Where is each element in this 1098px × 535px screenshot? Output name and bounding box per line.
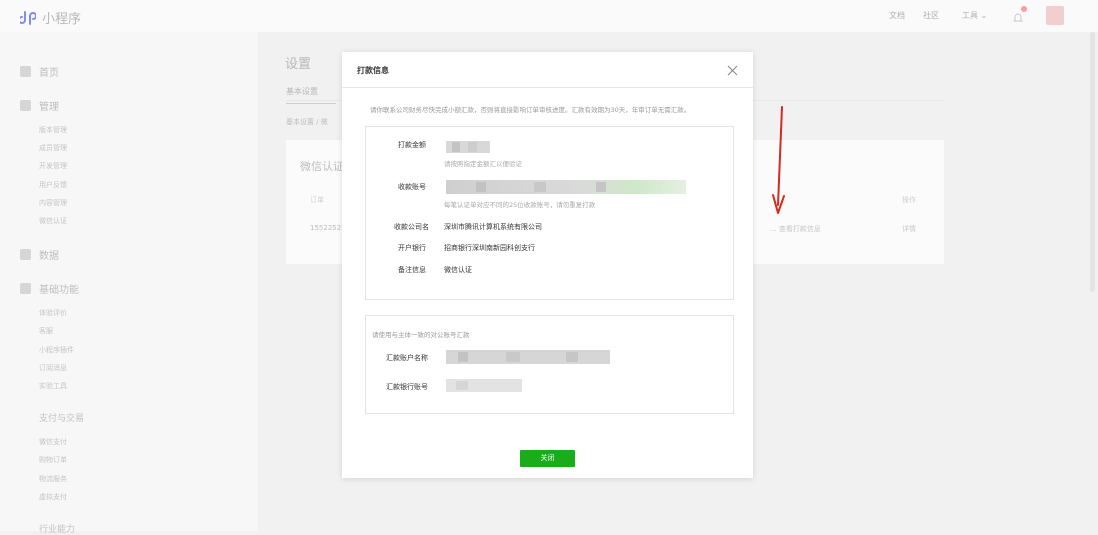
sidebar-subitem[interactable]: 虚拟支付 [39,492,67,502]
sidebar-basic-label: 基础功能 [39,285,79,296]
sidebar-subitem[interactable]: 体验评价 [39,308,67,318]
close-icon[interactable] [727,65,738,76]
company-value: 深圳市腾讯计算机系统有限公司 [444,223,542,231]
dialog-divider [342,87,753,88]
notification-dot [1021,6,1027,12]
payer-account-label: 汇款银行账号 [386,383,428,391]
sidebar-subitem[interactable]: 小程序插件 [39,345,74,355]
manage-icon [20,100,31,111]
sidebar-data-label: 数据 [39,251,59,262]
home-icon [20,66,31,77]
scrollbar[interactable] [1090,32,1095,292]
sidebar-subitem[interactable]: 实验工具 [39,381,67,391]
account-label: 收款账号 [398,183,426,191]
data-icon [20,249,31,260]
payment-info-dialog: 打款信息 请你联系公司财务尽快完成小额汇款，否则将直接影响订单审核进度。汇款有效… [342,52,753,478]
nav-tools-label: 工具 [962,11,978,20]
payer-notice: 请使用与主体一致的对公账号汇款 [372,331,470,339]
table-header-action: 操作 [902,196,916,204]
dialog-title: 打款信息 [357,66,389,75]
remark-value: 微信认证 [444,266,472,274]
breadcrumb-item[interactable]: 基本设置 [286,118,314,126]
company-label: 收款公司名 [394,223,429,231]
sidebar-subitem[interactable]: 购物订单 [39,455,67,465]
sidebar-subitem[interactable]: 物流服务 [39,474,67,484]
breadcrumb: 基本设置 / 微 [286,118,328,126]
payment-notice: 请你联系公司财务尽快完成小额汇款，否则将直接影响订单审核进度。汇款有效期为30天… [370,106,691,114]
sidebar-subitem[interactable]: 微信支付 [39,437,67,447]
sidebar-item-home[interactable]: 首页 [20,64,59,79]
bank-value: 招商银行深圳南新园科创支行 [444,244,535,252]
payer-name-redacted [446,350,610,364]
nav-docs[interactable]: 文档 [889,10,905,21]
amount-label: 打款金额 [398,141,426,149]
sidebar-manage-label: 管理 [39,102,59,113]
order-id-cell: 15522527 [310,224,346,232]
table-header: 订单 [310,196,324,204]
nav-tools[interactable]: 工具 ⌄ [962,10,987,21]
sidebar-subitem[interactable]: 内容管理 [39,198,67,208]
sidebar-item-manage[interactable]: 管理 [20,98,59,113]
bell-icon[interactable] [1012,6,1027,22]
sidebar-group-industry: 行业能力 [39,525,76,535]
sidebar-subitem[interactable]: 客服 [39,326,53,336]
avatar[interactable] [1046,6,1064,25]
remark-label: 备注信息 [398,266,426,274]
sidebar-group-pay: 支付与交易 [39,414,85,424]
annotation-arrow [772,106,785,214]
sidebar-subitem[interactable]: 用户反馈 [39,180,67,190]
tab-basic-settings[interactable]: 基本设置 [286,86,336,104]
sidebar-subitem[interactable]: 开发管理 [39,161,67,171]
sidebar-subitem[interactable]: 版本管理 [39,125,67,135]
account-hint: 每笔认证单对应不同的25位收款账号，请勿重复打款 [444,201,596,209]
sidebar-item-basic[interactable]: 基础功能 [20,281,79,296]
amount-value-redacted [446,141,490,153]
payer-account-redacted [446,379,522,392]
account-value-redacted [446,180,686,194]
detail-link[interactable]: 详情 [902,224,916,234]
bank-label: 开户银行 [398,244,426,252]
card-title: 微信认证 [300,160,344,173]
nav-community[interactable]: 社区 [923,10,939,21]
sidebar-subitem[interactable]: 成员管理 [39,143,67,153]
app-logo[interactable]: 小程序 [20,8,81,27]
close-button[interactable]: 关闭 [520,450,575,467]
sidebar-home-label: 首页 [39,68,59,79]
sidebar-subitem[interactable]: 订阅消息 [39,363,67,373]
sidebar-subitem[interactable]: 微信认证 [39,216,67,226]
sidebar-item-data[interactable]: 数据 [20,247,59,262]
payer-name-label: 汇款账户名称 [386,354,428,362]
app-name: 小程序 [42,12,82,27]
amount-hint: 请按照指定金额汇以便验证 [444,160,522,168]
miniprogram-logo-icon [20,10,36,25]
view-payment-info-link[interactable]: ... 查看打款信息 [770,224,821,234]
page-title: 设置 [285,57,312,72]
basic-icon [20,283,31,294]
top-bar: 小程序 文档 社区 工具 ⌄ [0,0,1098,32]
